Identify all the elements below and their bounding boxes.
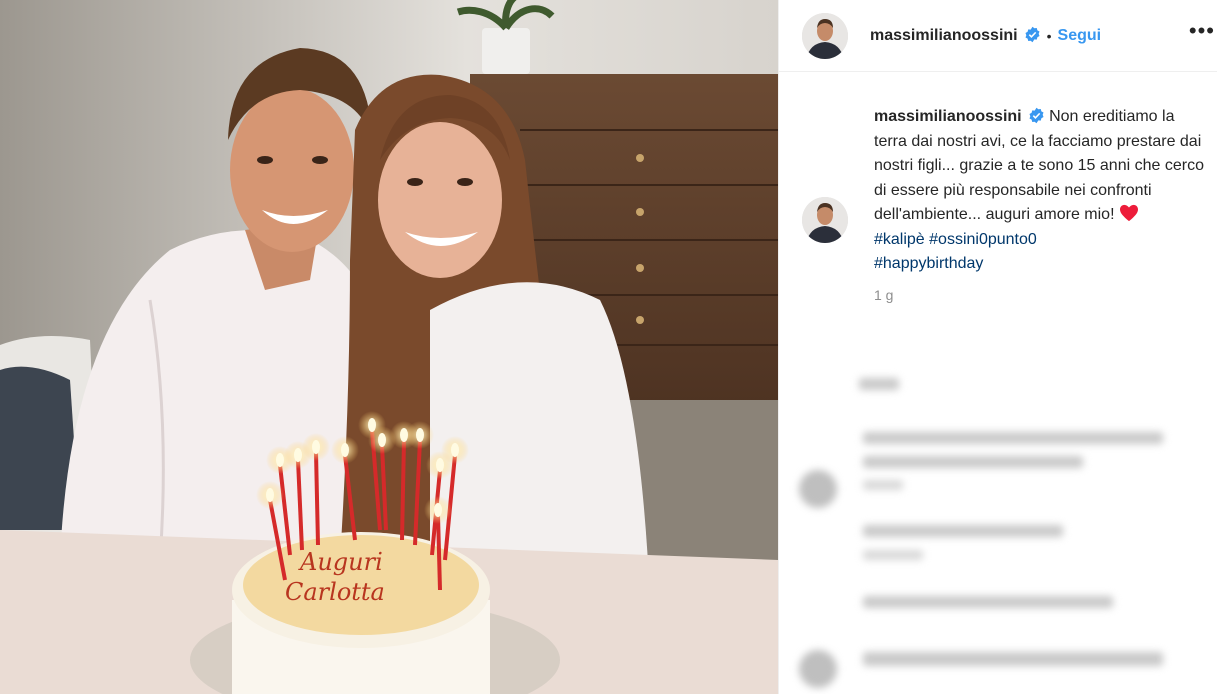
post-panel: massimilianoossini • Segui ••• massimili… [778, 0, 1217, 694]
avatar-image [802, 197, 848, 243]
blurred-comments [779, 360, 1217, 694]
avatar[interactable] [802, 12, 848, 59]
photo-illustration: Auguri Carlotta [0, 0, 778, 694]
caption-body: Non ereditiamo la terra dai nostri avi, … [874, 108, 1204, 223]
avatar-image [802, 12, 848, 59]
username-text: massimilianoossini [870, 27, 1018, 44]
hashtag-line-1[interactable]: #kalipè #ossini0punto0 [874, 228, 1204, 253]
separator-dot: • [1046, 27, 1052, 44]
post-header: massimilianoossini • Segui ••• [779, 0, 1217, 72]
cake-text-line2: Carlotta [285, 578, 385, 606]
hashtag-line-2[interactable]: #happybirthday [874, 252, 1204, 277]
more-options-icon[interactable]: ••• [1189, 18, 1215, 44]
caption-block: massimilianoossini Non ereditiamo la ter… [802, 105, 1207, 303]
caption-username: massimilianoossini [874, 108, 1022, 125]
verified-badge-icon [1029, 107, 1044, 124]
caption-avatar[interactable] [802, 197, 848, 243]
post-photo[interactable]: Auguri Carlotta [0, 0, 778, 694]
woman-face [378, 122, 502, 278]
cake-text-line1: Auguri [298, 548, 383, 576]
man-face [230, 88, 354, 252]
caption-text: massimilianoossini Non ereditiamo la ter… [874, 105, 1204, 277]
verified-badge-icon [1025, 26, 1040, 43]
caption-username-link[interactable]: massimilianoossini [874, 107, 1045, 125]
username-link[interactable]: massimilianoossini [870, 26, 1041, 45]
follow-button[interactable]: Segui [1058, 27, 1102, 45]
post-timestamp[interactable]: 1 g [874, 287, 1207, 303]
red-heart-emoji [1119, 204, 1138, 222]
plant-pot [482, 28, 530, 74]
